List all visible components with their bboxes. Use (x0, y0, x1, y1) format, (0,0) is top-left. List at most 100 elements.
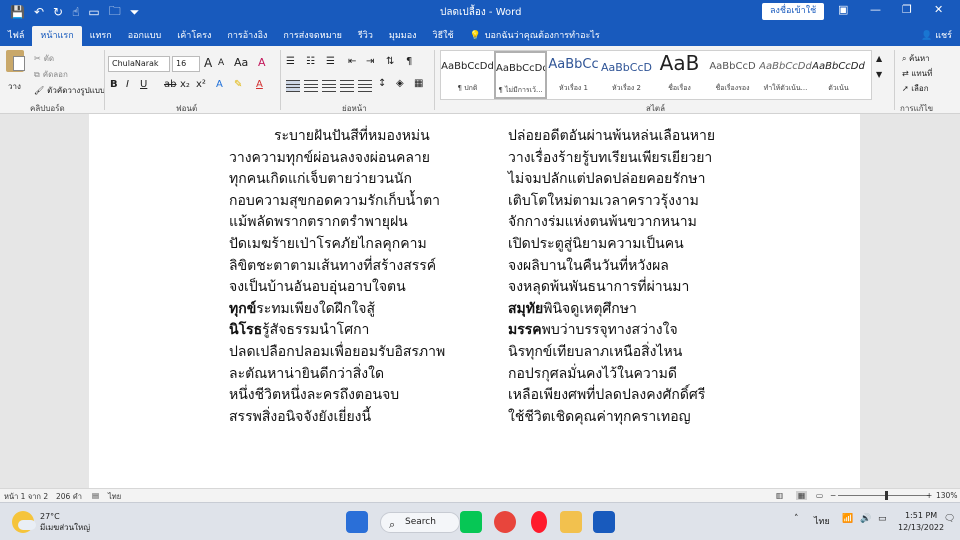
system-clock[interactable]: 1:51 PM 12/13/2022 (898, 510, 944, 534)
find-button[interactable]: ⌕ ค้นหา (902, 52, 930, 65)
zoom-slider-thumb[interactable] (885, 491, 888, 500)
style-subtle-emphasis[interactable]: AaBbCcDd ทำให้ตัวเน้น... (759, 51, 812, 99)
justify-icon[interactable] (340, 80, 354, 92)
ribbon-display-icon[interactable]: ▣ (838, 3, 848, 16)
print-layout-icon[interactable]: ▦ (796, 491, 808, 500)
wifi-icon[interactable]: 📶 (842, 514, 853, 524)
folder-icon[interactable]: 🗀 (109, 2, 121, 23)
close-icon[interactable]: ✕ (934, 3, 943, 16)
line-app-icon[interactable] (460, 511, 482, 533)
align-right-icon[interactable] (322, 80, 336, 92)
numbering-icon[interactable]: ☷ (306, 56, 315, 67)
open-icon[interactable]: ▭ (88, 5, 99, 19)
customize-icon[interactable]: ⏷ (130, 5, 140, 20)
distributed-icon[interactable] (358, 80, 372, 92)
text-effects-icon[interactable]: A (216, 79, 223, 90)
multilevel-list-icon[interactable]: ☰ (326, 56, 335, 67)
tab-view[interactable]: มุมมอง (381, 26, 425, 46)
style-emphasis[interactable]: AaBbCcDd ตัวเน้น (812, 51, 865, 99)
tab-layout[interactable]: เค้าโครง (169, 26, 219, 46)
poem-line: ระบายฝันปันสีที่หมองหม่น (274, 128, 430, 144)
superscript-button[interactable]: x² (196, 79, 206, 90)
copy-button[interactable]: ⧉ คัดลอก (34, 68, 68, 81)
tell-me-box[interactable]: 💡 บอกฉันว่าคุณต้องการทำอะไร (462, 26, 608, 46)
italic-button[interactable]: I (126, 79, 129, 90)
font-size-input[interactable]: 16 (172, 56, 200, 72)
font-name-input[interactable]: ChulaNarak (108, 56, 170, 72)
decrease-indent-icon[interactable]: ⇤ (348, 56, 356, 67)
strikethrough-button[interactable]: ab (164, 79, 176, 90)
styles-scroll-up-icon[interactable]: ▲ (876, 54, 882, 63)
cursor-icon: ➚ (902, 84, 909, 93)
shrink-font-icon[interactable]: A (218, 58, 224, 68)
align-left-icon[interactable] (286, 80, 300, 92)
style-no-spacing[interactable]: AaBbCcDd ¶ ไม่มีการเว้... (494, 51, 547, 99)
weather-widget[interactable]: 27°C มีเมฆส่วนใหญ่ (12, 511, 90, 533)
web-layout-icon[interactable]: ▭ (816, 491, 823, 500)
redo-icon[interactable]: ↻ (53, 5, 63, 19)
format-painter-button[interactable]: 🖌 ตัวคัดวางรูปแบบ (34, 84, 105, 97)
volume-icon[interactable]: 🔊 (860, 514, 871, 524)
share-button[interactable]: 👤 แชร์ (921, 28, 952, 42)
tray-overflow-icon[interactable]: ˄ (794, 514, 799, 524)
paste-button[interactable] (6, 50, 28, 80)
read-mode-icon[interactable]: ▥ (776, 491, 783, 500)
style-title[interactable]: AaB ชื่อเรื่อง (653, 51, 706, 99)
zoom-level[interactable]: 130% (936, 491, 957, 500)
styles-scroll-down-icon[interactable]: ▼ (876, 70, 882, 79)
start-icon[interactable] (346, 511, 368, 533)
save-icon[interactable]: 💾 (10, 5, 25, 19)
sort-icon[interactable]: ⇅ (386, 56, 394, 67)
minimize-icon[interactable]: — (870, 3, 881, 16)
grow-font-icon[interactable]: A (204, 56, 212, 70)
font-color-icon[interactable]: A (256, 79, 263, 90)
bullets-icon[interactable]: ☰ (286, 56, 295, 67)
line-spacing-icon[interactable]: ↕ (378, 78, 386, 89)
style-normal[interactable]: AaBbCcDd ¶ ปกติ (441, 51, 494, 99)
subscript-button[interactable]: x₂ (180, 79, 190, 90)
style-heading-1[interactable]: AaBbCc หัวเรื่อง 1 (547, 51, 600, 99)
restore-icon[interactable]: ❐ (902, 3, 912, 16)
increase-indent-icon[interactable]: ⇥ (366, 56, 374, 67)
shading-icon[interactable]: ◈ (396, 78, 404, 89)
notification-icon[interactable]: 🗨 (944, 514, 955, 524)
sign-in-button[interactable]: ลงชื่อเข้าใช้ (762, 3, 825, 20)
select-button[interactable]: ➚ เลือก (902, 82, 929, 95)
borders-icon[interactable]: ▦ (414, 78, 423, 89)
word-icon[interactable] (593, 511, 615, 533)
bold-button[interactable]: B (110, 79, 118, 90)
undo-icon[interactable]: ↶ (34, 5, 44, 19)
tab-insert[interactable]: แทรก (82, 26, 120, 46)
touch-mode-icon[interactable]: ☝ (72, 5, 79, 19)
clear-format-icon[interactable]: A (258, 56, 266, 69)
zoom-slider[interactable] (838, 495, 930, 496)
tab-references[interactable]: การอ้างอิง (219, 26, 275, 46)
tab-help[interactable]: วิธีใช้ (425, 26, 462, 46)
file-explorer-icon[interactable] (560, 511, 582, 533)
proofing-icon[interactable]: ▤ (92, 491, 99, 500)
tab-review[interactable]: รีวิว (350, 26, 381, 46)
poem-line: จักกางร่มแห่งตนพ้นขวากหนาม (508, 214, 697, 231)
show-marks-icon[interactable]: ¶ (406, 56, 412, 67)
tab-design[interactable]: ออกแบบ (120, 26, 170, 46)
taskbar-search[interactable]: ⌕ Search (380, 512, 460, 533)
battery-icon[interactable]: ▭ (878, 514, 887, 524)
style-heading-2[interactable]: AaBbCcD หัวเรื่อง 2 (600, 51, 653, 99)
weather-cloud-icon (12, 511, 36, 533)
replace-button[interactable]: ⇄ แทนที่ (902, 67, 932, 80)
zoom-in-icon[interactable]: + (926, 491, 932, 500)
cut-button[interactable]: ✂ ตัด (34, 52, 54, 65)
tab-home[interactable]: หน้าแรก (32, 26, 82, 46)
input-language[interactable]: ไทย (814, 514, 830, 528)
zoom-out-icon[interactable]: − (830, 491, 836, 500)
style-subtitle[interactable]: AaBbCcD ชื่อเรื่องรอง (706, 51, 759, 99)
tab-mailings[interactable]: การส่งจดหมาย (275, 26, 350, 46)
change-case-icon[interactable]: Aa (234, 56, 248, 69)
highlight-icon[interactable]: ✎ (234, 79, 242, 90)
chrome-icon[interactable] (494, 511, 516, 533)
underline-button[interactable]: U (140, 79, 147, 90)
document-page[interactable]: ระบายฝันปันสีที่หมองหม่น วางความทุกข์ผ่อ… (89, 114, 860, 488)
opera-icon[interactable] (531, 511, 547, 533)
align-center-icon[interactable] (304, 80, 318, 92)
tab-file[interactable]: ไฟล์ (0, 26, 32, 46)
